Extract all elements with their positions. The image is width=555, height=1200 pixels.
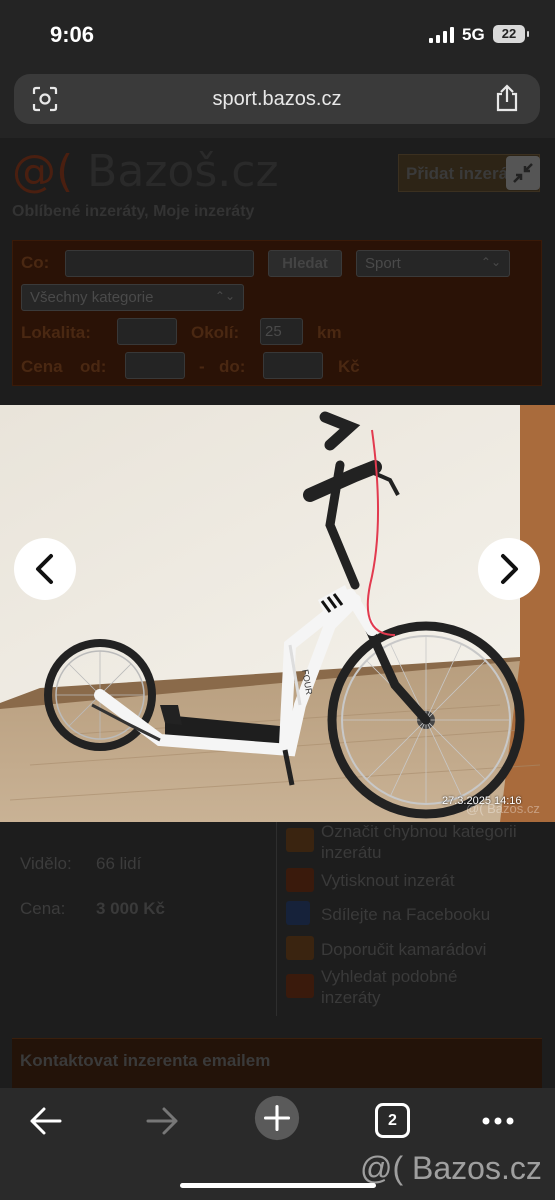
listing-photo[interactable]: FOUR 27.3.2025 14:16 @( Bazos.cz [0,405,555,822]
price-value: 3 000 Kč [96,899,165,918]
home-indicator[interactable] [180,1183,376,1188]
chevron-icon: ⌃⌄ [480,255,501,269]
price-label: Cena: [20,899,66,918]
printer-icon [286,868,314,892]
print-link[interactable]: Vytisknout inzerát [321,870,455,891]
more-icon[interactable] [478,1098,518,1144]
next-photo-button[interactable] [478,538,540,600]
od-label: od: [80,357,107,376]
arrows-icon [286,828,314,852]
new-tab-icon[interactable] [251,1095,303,1141]
similar-listings-link[interactable]: Vyhledat podobné inzeráty [321,966,511,1008]
report-category-link[interactable]: Označit chybnou kategorii inzerátu [321,821,521,863]
section-select-value: Sport [365,255,401,272]
kc-label: Kč [338,357,360,376]
bottom-watermark: @( Bazos.cz [360,1150,542,1186]
battery-icon: 22 [493,25,529,43]
clock: 9:06 [50,22,95,47]
dash-label: - [199,357,205,376]
logo-mark: @( [12,146,74,197]
facebook-share-link[interactable]: Sdílejte na Facebooku [321,904,490,925]
search-input[interactable] [65,250,254,277]
network-type: 5G [462,25,485,44]
share-icon[interactable] [494,84,520,112]
okoli-label: Okolí: [191,323,240,342]
okoli-input[interactable]: 25 [260,318,303,345]
seen-label: Vidělo: [20,854,72,873]
site-logo[interactable]: @( Bazoš.cz [12,146,279,197]
browser-address-area: sport.bazos.cz [0,64,555,138]
back-icon[interactable] [26,1098,66,1144]
sitemap-icon [286,974,314,998]
lokalita-input[interactable] [117,318,177,345]
contact-heading[interactable]: Kontaktovat inzerenta emailem [12,1038,542,1088]
search-button[interactable]: Hledat [268,250,342,277]
previous-photo-button[interactable] [14,538,76,600]
category-select[interactable]: Všechny kategorie ⌃⌄ [21,284,244,311]
km-label: km [317,323,342,342]
category-select-value: Všechny kategorie [30,289,154,306]
cena-label: Cena [21,357,63,376]
co-label: Co: [21,253,50,272]
collapse-icon[interactable] [506,156,540,190]
section-select[interactable]: Sport ⌃⌄ [356,250,510,277]
tabs-button[interactable]: 2 [375,1103,410,1138]
divider [276,822,277,1016]
price-from-input[interactable] [125,352,185,379]
envelope-icon [286,936,314,960]
logo-text: Bazoš.cz [87,146,279,197]
favorites-links[interactable]: Oblíbené inzeráty, Moje inzeráty [12,203,254,221]
facebook-icon [286,901,310,925]
chevron-left-icon [36,554,53,584]
status-bar: 9:06 5G 22 [0,0,555,64]
signal-icon [429,27,455,43]
address-bar[interactable]: sport.bazos.cz [14,74,540,124]
photo-watermark: @( Bazos.cz [466,801,540,816]
url-text: sport.bazos.cz [212,88,342,110]
chevron-icon: ⌃⌄ [214,289,235,303]
recommend-link[interactable]: Doporučit kamarádovi [321,939,486,960]
price-to-input[interactable] [263,352,323,379]
scooter-photo: FOUR [0,405,555,822]
chevron-right-icon [501,554,518,584]
do-label: do: [219,357,246,376]
search-form: Co: Hledat Sport ⌃⌄ Všechny kategorie ⌃⌄… [12,240,542,386]
lokalita-label: Lokalita: [21,323,91,342]
forward-icon[interactable] [142,1098,182,1144]
seen-value: 66 lidí [96,854,142,873]
